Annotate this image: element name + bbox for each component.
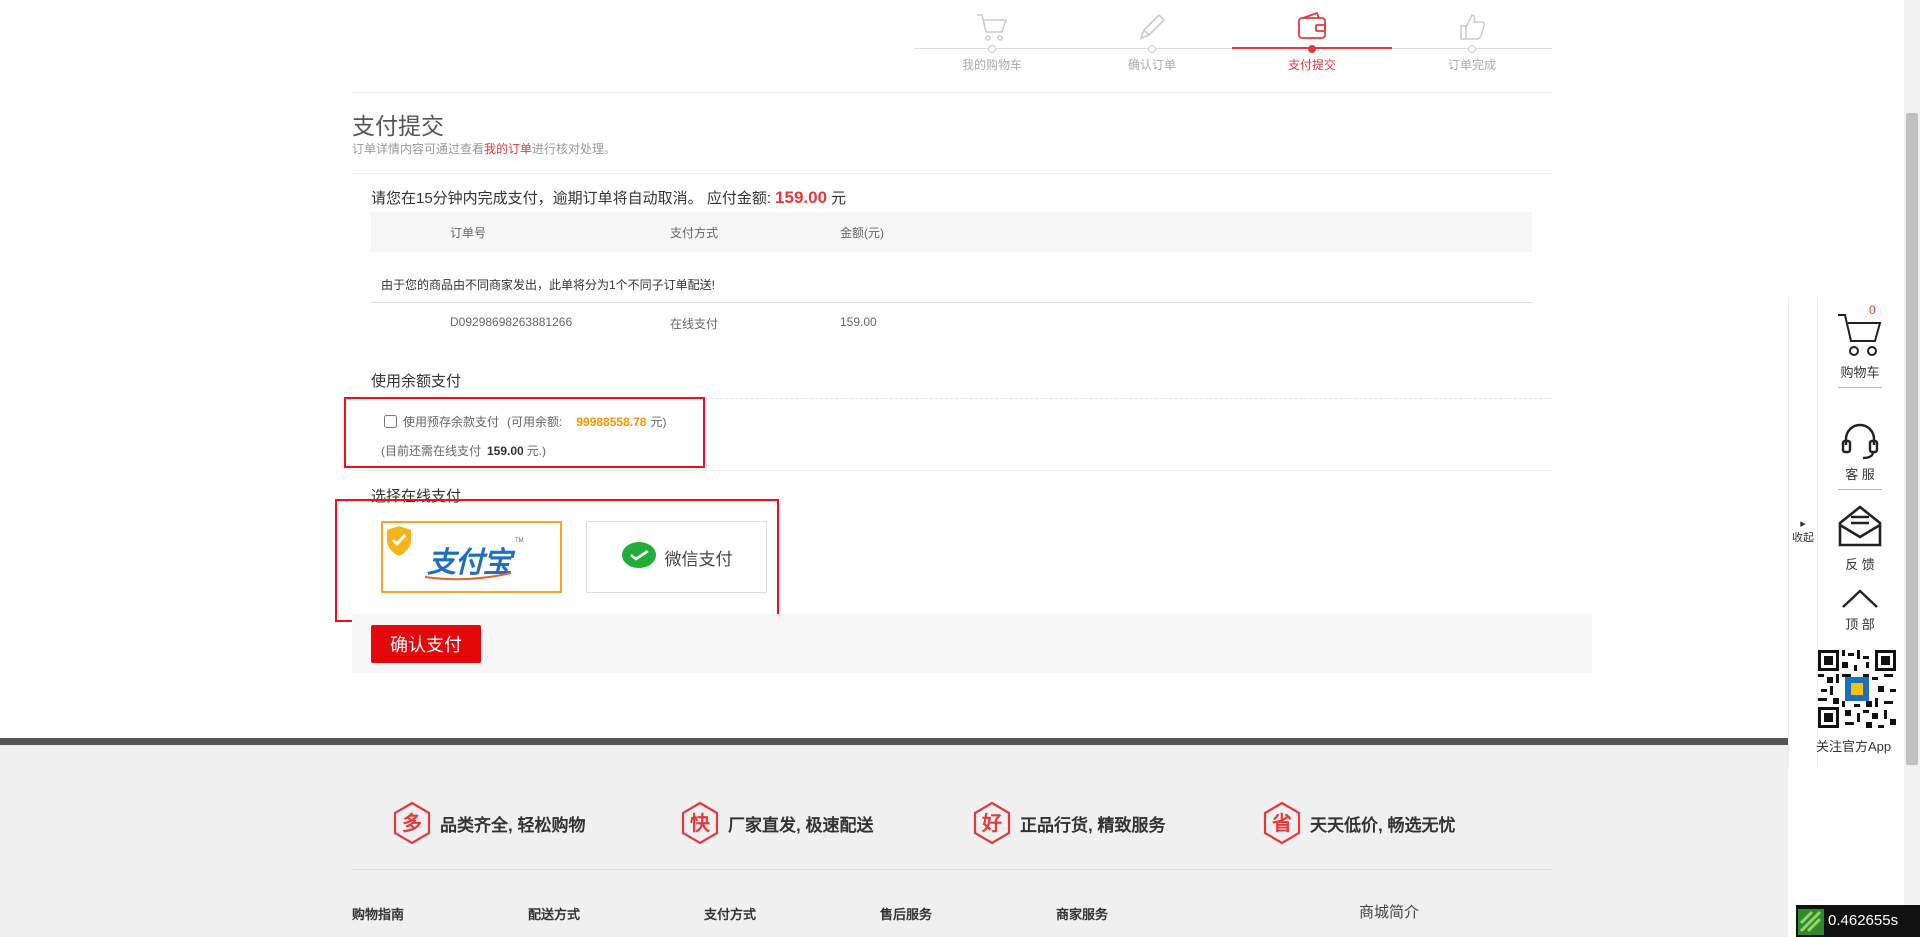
alipay-trademark: TM: [515, 538, 524, 544]
payment-notice: 请您在15分钟内完成支付，逾期订单将自动取消。 应付金额: 159.00 元: [371, 187, 846, 208]
column-header: 金额(元): [840, 226, 884, 240]
toolbar-cart-label: 购物车: [1840, 365, 1880, 380]
promise-item: 好 正品行货, 精致服务: [972, 801, 1165, 845]
badge-char: 好: [981, 811, 1002, 835]
wechat-pay-label: 微信支付: [664, 549, 733, 569]
confirm-bar: 确认支付: [352, 614, 1592, 673]
use-balance-label: 使用预存余款支付: [403, 415, 500, 429]
toolbar-top-label: 顶 部: [1845, 617, 1875, 632]
promise-item: 多 品类齐全, 轻松购物: [392, 801, 585, 845]
available-balance: 99988558.78: [576, 414, 647, 429]
balance-bottom-divider: [352, 470, 1552, 471]
available-balance-suffix: 元): [650, 415, 667, 429]
badge-char: 多: [402, 811, 422, 835]
header-divider: [352, 92, 1552, 93]
notice-text: 请您在15分钟内完成支付，逾期订单将自动取消。 应付金额:: [371, 190, 772, 207]
toolbar-service-label: 客 服: [1845, 467, 1875, 482]
page-subtitle: 订单详情内容可通过查看我的订单进行核对处理。: [352, 140, 616, 157]
toolbar-customer-service[interactable]: 客 服: [1817, 423, 1903, 490]
promise-text: 品类齐全, 轻松购物: [440, 815, 586, 835]
mail-feedback-icon: [1838, 505, 1882, 547]
alipay-option[interactable]: 支付宝 TM: [381, 521, 562, 593]
remaining-amount: 159.00: [487, 444, 524, 458]
footer-column-title[interactable]: 售后服务: [880, 904, 932, 923]
promise-item: 省 天天低价, 畅选无忧: [1262, 801, 1455, 845]
remaining-suffix: 元.): [526, 444, 547, 458]
hexagon-badge-icon: 好: [973, 801, 1011, 845]
cart-count-badge: 0: [1869, 303, 1876, 317]
step-confirm-order: 确认订单: [1072, 0, 1232, 73]
qr-code[interactable]: [1818, 650, 1896, 728]
toolbar-feedback-label: 反 馈: [1845, 557, 1875, 572]
qr-code-label: 关注官方App: [1816, 739, 1892, 754]
chevron-up-icon: [1842, 589, 1878, 608]
remaining-online-payment: (目前还需在线支付 159.00 元.): [381, 442, 546, 459]
step-order-complete: 订单完成: [1392, 0, 1552, 73]
footer-column-title[interactable]: 配送方式: [528, 904, 580, 923]
thumbs-up-icon: [1460, 14, 1486, 40]
promise-item: 快 厂家直发, 极速配送: [680, 801, 873, 845]
step-pay-submit: 支付提交: [1232, 0, 1392, 73]
available-balance-prefix: (可用余额:: [507, 415, 563, 429]
order-amount: 159.00: [840, 315, 877, 329]
title-divider: [352, 173, 1552, 174]
collapse-label: 收起: [1792, 532, 1814, 544]
cart-icon: [1838, 314, 1882, 356]
step-label: 确认订单: [1127, 58, 1176, 72]
footer-divider: [352, 869, 1552, 870]
shield-check-icon: [387, 526, 411, 556]
toolbar-feedback[interactable]: 反 馈: [1817, 503, 1903, 573]
promise-text: 正品行货, 精致服务: [1020, 815, 1166, 835]
headset-icon: [1841, 423, 1879, 460]
promise-text: 厂家直发, 极速配送: [728, 815, 874, 835]
promise-text: 天天低价, 畅选无忧: [1310, 815, 1456, 835]
use-balance-checkbox[interactable]: [384, 415, 397, 428]
table-row: D09298698263881266 在线支付 159.00: [371, 302, 1532, 343]
leaf-logo-icon: [1798, 909, 1824, 935]
footer-column-title[interactable]: 商家服务: [1056, 904, 1108, 923]
toolbar-cart[interactable]: 0 购物车: [1817, 303, 1903, 388]
column-header: 订单号: [450, 226, 487, 240]
balance-option: 使用预存余款支付 (可用余额: 99988558.78 元): [384, 413, 666, 430]
footer-column-title[interactable]: 购物指南: [352, 904, 404, 923]
step-label: 我的购物车: [961, 58, 1022, 72]
order-number: D09298698263881266: [450, 315, 573, 329]
order-table-header: 订单号 支付方式 金额(元): [371, 212, 1532, 252]
render-timer: 0.462655s: [1796, 905, 1920, 937]
amount-due: 159.00: [775, 188, 828, 207]
split-order-note: 由于您的商品由不同商家发出，此单将分为1个不同子订单配送!: [381, 278, 716, 292]
subtitle-text: 订单详情内容可通过查看: [352, 142, 485, 156]
confirm-payment-button[interactable]: 确认支付: [371, 625, 481, 663]
timer-value: 0.462655s: [1828, 912, 1899, 929]
pencil-icon: [1139, 13, 1166, 40]
payment-method: 在线支付: [670, 317, 719, 331]
page-title: 支付提交: [352, 113, 444, 139]
mall-intro-title: 商城简介: [1359, 904, 1420, 921]
badge-char: 快: [690, 811, 711, 835]
hexagon-badge-icon: 省: [1263, 801, 1301, 845]
footer-column-title[interactable]: 支付方式: [704, 904, 756, 923]
hexagon-badge-icon: 快: [681, 801, 719, 845]
badge-char: 省: [1271, 811, 1292, 835]
subtitle-text-tail: 进行核对处理。: [532, 142, 617, 156]
wechat-pay-option[interactable]: 微信支付: [586, 521, 767, 593]
wechat-pay-icon: [621, 542, 656, 568]
step-label: 订单完成: [1447, 58, 1496, 72]
amount-unit: 元: [831, 190, 847, 207]
step-cart: 我的购物车: [912, 0, 1072, 73]
alipay-swoosh: [424, 572, 512, 581]
remaining-prefix: (目前还需在线支付: [381, 444, 481, 458]
collapse-toggle[interactable]: ▸ 收起: [1789, 297, 1818, 767]
step-label: 支付提交: [1287, 58, 1336, 72]
my-orders-link[interactable]: 我的订单: [484, 142, 532, 156]
column-header: 支付方式: [670, 226, 719, 240]
hexagon-badge-icon: 多: [393, 801, 431, 845]
cart-icon: [977, 14, 1008, 41]
balance-section-title: 使用余额支付: [371, 373, 462, 390]
wallet-icon: [1298, 11, 1326, 39]
scrollbar-thumb[interactable]: [1906, 113, 1918, 765]
collapse-arrow-icon: ▸: [1800, 518, 1806, 530]
toolbar-back-to-top[interactable]: 顶 部: [1817, 587, 1903, 633]
